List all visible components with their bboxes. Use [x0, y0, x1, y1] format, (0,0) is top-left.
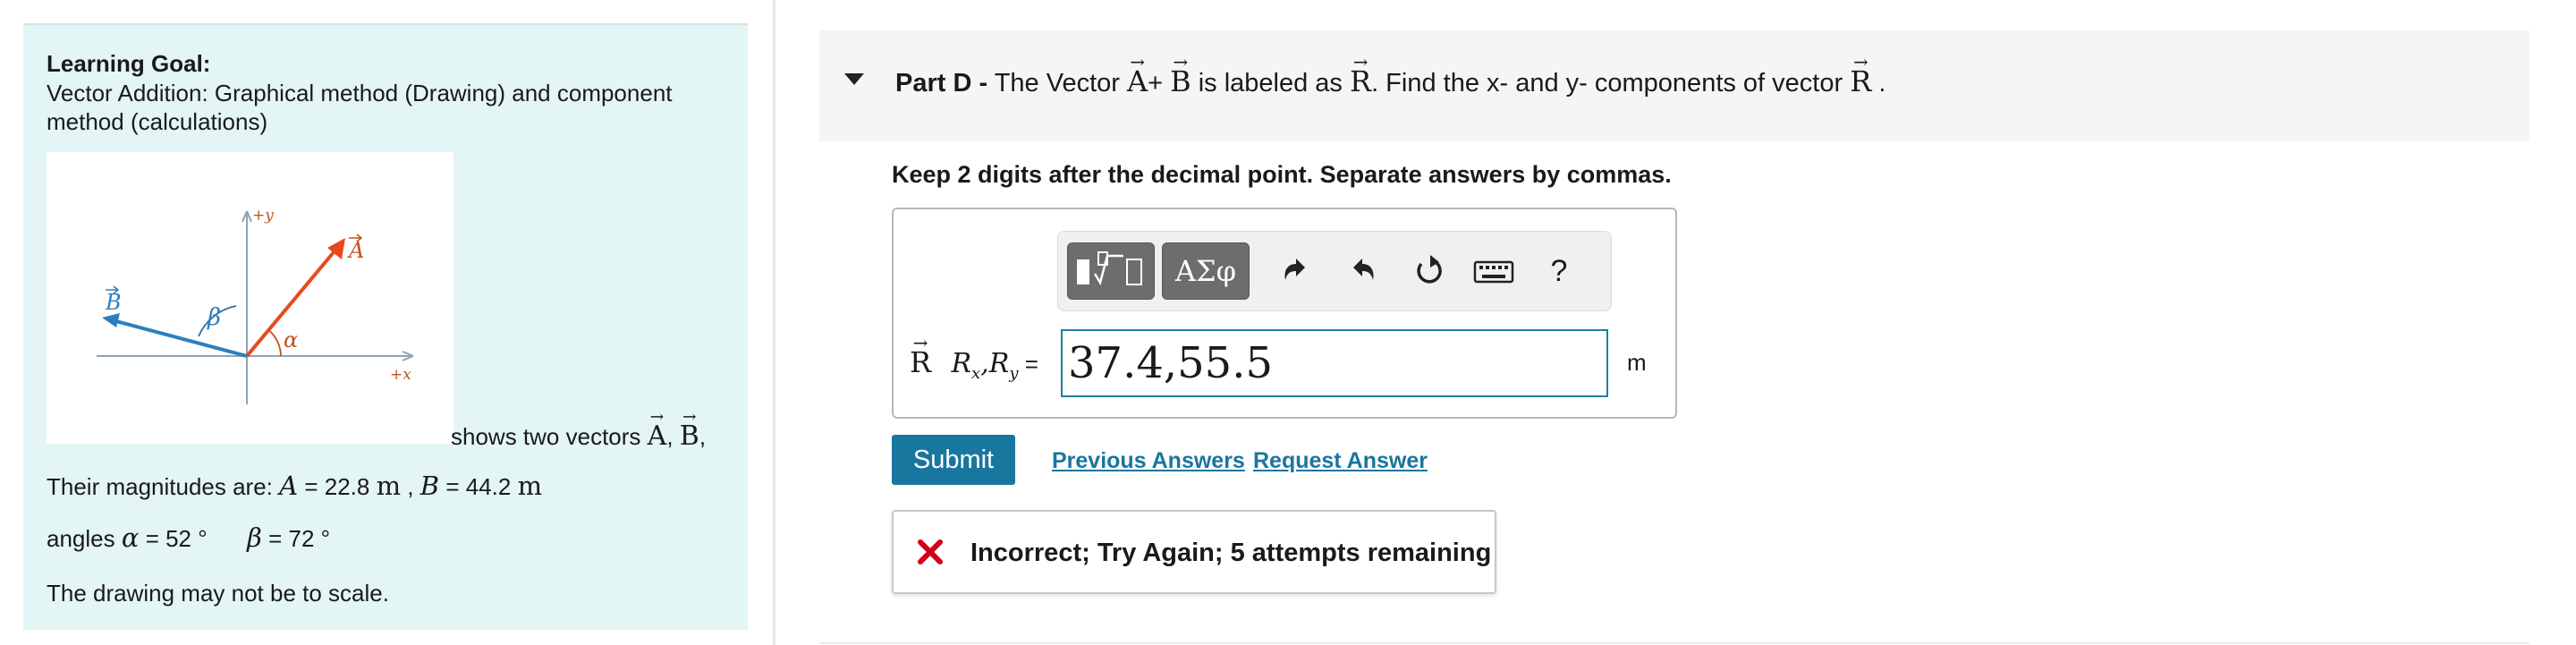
vector-a-label: A — [347, 238, 364, 263]
math-toolbar: ΑΣφ ? — [1057, 231, 1612, 311]
learning-goal-text: Vector Addition: Graphical method (Drawi… — [47, 80, 673, 135]
part-d-title: Part D - The Vector A+ B is labeled as R… — [895, 64, 1885, 98]
part-vector-r-2: R — [1850, 64, 1871, 98]
scale-note: The drawing may not be to scale. — [47, 580, 389, 607]
request-answer-link[interactable]: Request Answer — [1253, 448, 1428, 474]
keyboard-icon[interactable] — [1471, 251, 1516, 291]
submit-button[interactable]: Submit — [892, 435, 1015, 485]
answer-variable-label: R Rx,Ry = — [910, 345, 1038, 383]
answer-vector-r: R — [910, 345, 931, 379]
part-vector-r: R — [1350, 64, 1371, 98]
answer-input[interactable] — [1061, 329, 1608, 397]
part-d-header[interactable]: Part D - The Vector A+ B is labeled as R… — [819, 30, 2529, 141]
angle-alpha-label: α — [284, 327, 298, 352]
incorrect-x-icon — [918, 539, 943, 564]
templates-button[interactable] — [1067, 242, 1155, 300]
vector-b-label: B — [105, 290, 122, 315]
panel-divider — [773, 0, 775, 645]
vector-b-symbol: B — [680, 420, 699, 452]
vector-b-arrow — [112, 318, 248, 358]
feedback-message: Incorrect; Try Again; 5 attempts remaini… — [970, 539, 1492, 567]
vectors-intro: shows two vectors A, B, — [451, 420, 706, 452]
symbols-button[interactable]: ΑΣφ — [1162, 242, 1250, 300]
angle-alpha-arc — [267, 328, 282, 357]
learning-goal-panel: Learning Goal: Vector Addition: Graphica… — [23, 23, 748, 630]
undo-icon[interactable] — [1278, 251, 1314, 291]
vector-a-symbol: A — [648, 420, 667, 452]
angles-line: angles α = 52 ° β = 72 ° — [47, 522, 331, 553]
vector-diagram-svg: +x +y α β A B — [97, 207, 414, 404]
feedback-box: Incorrect; Try Again; 5 attempts remaini… — [892, 510, 1496, 594]
angle-beta-label: β — [207, 304, 221, 331]
y-axis-label: +y — [252, 207, 274, 225]
bottom-divider — [819, 642, 2529, 644]
magnitudes-line: Their magnitudes are: A = 22.8 m , B = 4… — [47, 471, 543, 501]
learning-goal-title: Learning Goal: — [47, 50, 211, 77]
part-vector-b: B — [1170, 64, 1191, 98]
collapse-triangle-icon[interactable] — [844, 73, 864, 85]
previous-answers-link[interactable]: Previous Answers — [1052, 448, 1245, 474]
part-vector-a: A — [1127, 64, 1148, 98]
templates-icon — [1077, 251, 1142, 286]
answer-box: ΑΣφ ? R Rx,Ry = m — [892, 208, 1677, 419]
help-button[interactable]: ? — [1541, 251, 1577, 291]
answer-instructions: Keep 2 digits after the decimal point. S… — [892, 161, 1672, 188]
vector-diagram: +x +y α β A B — [47, 152, 453, 444]
x-axis-label: +x — [390, 366, 411, 384]
reset-icon[interactable] — [1411, 251, 1446, 291]
unit-label: m — [1627, 349, 1647, 376]
redo-icon[interactable] — [1344, 251, 1380, 291]
